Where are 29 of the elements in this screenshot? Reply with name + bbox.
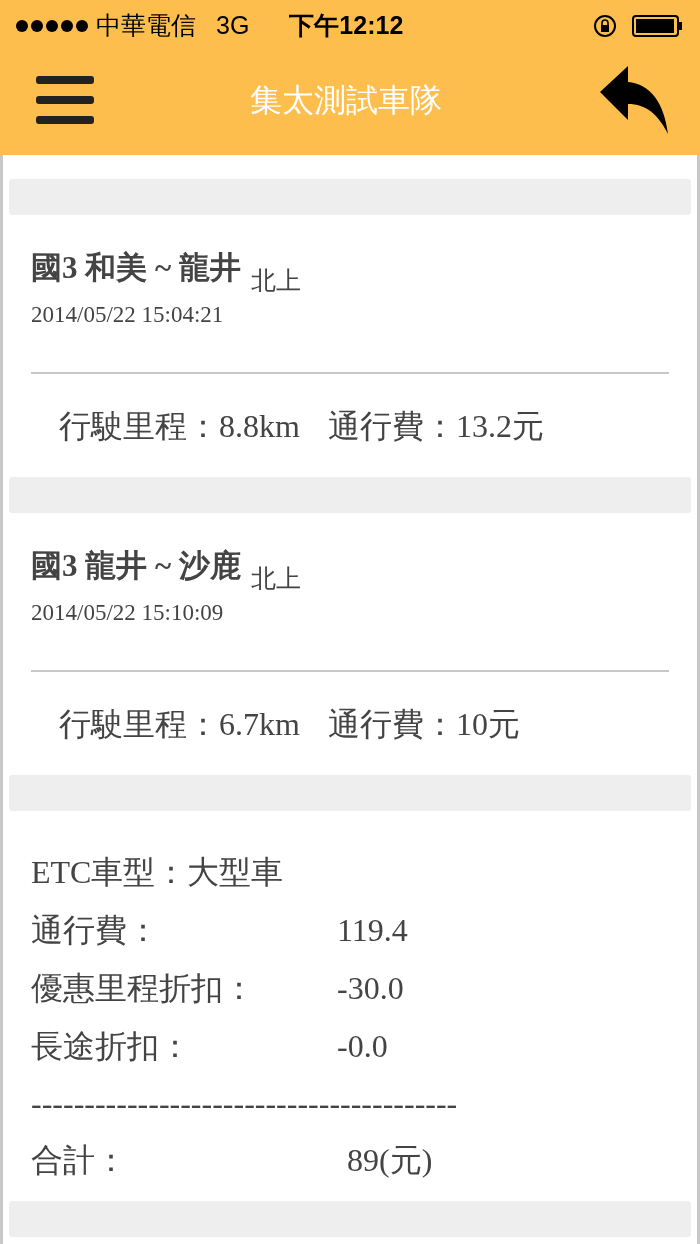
signal-icon xyxy=(16,20,88,32)
fee-text: 通行費：10元 xyxy=(327,704,520,744)
direction-label: 北上 xyxy=(250,266,301,296)
fee-item-label: 優惠里程折扣： xyxy=(31,969,256,1008)
fee-item-value: -30.0 xyxy=(337,969,404,1008)
route-title: 國3 和美 ~ 龍井 xyxy=(31,249,241,287)
network-type: 3G xyxy=(216,10,250,42)
status-time: 下午12:12 xyxy=(289,10,404,42)
carrier-name: 中華電信 xyxy=(96,10,196,42)
battery-icon xyxy=(632,14,684,38)
trip-datetime: 2014/05/22 15:10:09 xyxy=(31,598,224,627)
trip-datetime: 2014/05/22 15:04:21 xyxy=(31,300,224,329)
total-value: 89(元) xyxy=(347,1141,433,1180)
route-title: 國3 龍井 ~ 沙鹿 xyxy=(31,547,241,585)
distance-text: 行駛里程：8.8km xyxy=(59,406,300,446)
total-label: 合計： xyxy=(31,1141,128,1180)
back-arrow-icon[interactable] xyxy=(598,63,670,136)
menu-icon[interactable] xyxy=(36,73,94,126)
page-title: 集太測試車隊 xyxy=(250,80,442,120)
rotation-lock-icon xyxy=(592,13,618,39)
fee-text: 通行費：13.2元 xyxy=(327,406,544,446)
fee-item-value: -0.0 xyxy=(337,1027,388,1066)
vehicle-type: ETC車型：大型車 xyxy=(31,853,284,892)
fee-item-value: 119.4 xyxy=(337,911,408,950)
distance-text: 行駛里程：6.7km xyxy=(59,704,300,744)
direction-label: 北上 xyxy=(250,564,301,594)
fee-item-label: 長途折扣： xyxy=(31,1027,192,1066)
separator-line: ---------------------------------------- xyxy=(31,1084,458,1123)
fee-item-label: 通行費： xyxy=(31,911,160,950)
